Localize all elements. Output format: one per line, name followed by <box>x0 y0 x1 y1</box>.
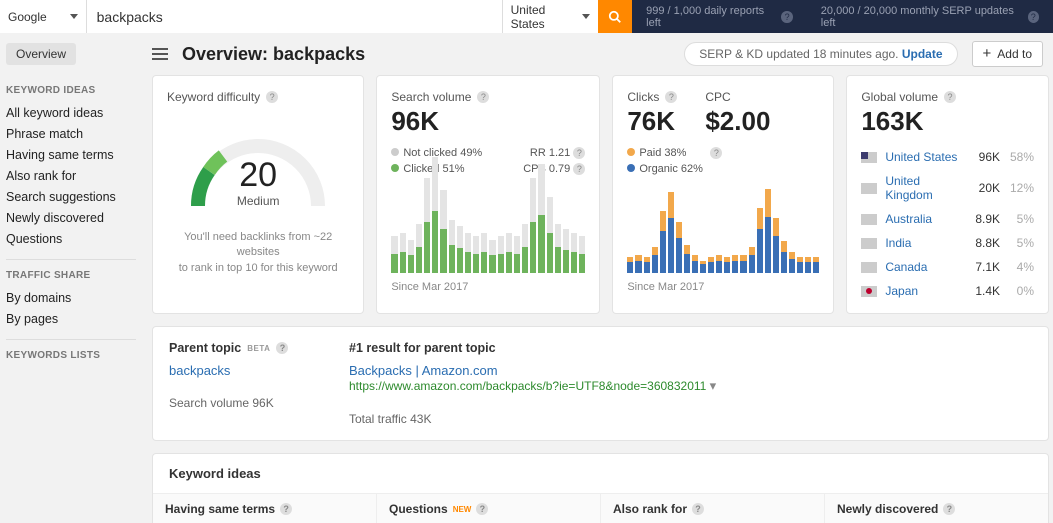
sidebar-item[interactable]: All keyword ideas <box>6 102 148 123</box>
flag-icon <box>861 214 877 225</box>
help-icon[interactable]: ? <box>573 163 585 175</box>
global-volume-row[interactable]: United Kingdom20K12% <box>861 169 1034 207</box>
sidebar-item[interactable]: Questions <box>6 228 148 249</box>
ki-column: Having same terms?backpacks96,000 <box>153 494 377 523</box>
flag-icon <box>861 183 877 194</box>
clicks-since: Since Mar 2017 <box>627 281 819 293</box>
country-select[interactable]: United States <box>502 0 598 33</box>
global-volume-row[interactable]: Canada7.1K4% <box>861 255 1034 279</box>
sidebar-item[interactable]: By pages <box>6 308 148 329</box>
parent-search-volume: Search volume 96K <box>169 396 349 410</box>
help-icon[interactable]: ? <box>665 91 677 103</box>
panel-keyword-ideas: Keyword ideas Having same terms?backpack… <box>152 453 1049 523</box>
card-global-volume: Global volume? 163K United States96K58%U… <box>846 75 1049 314</box>
chevron-down-icon <box>70 14 78 19</box>
help-icon[interactable]: ? <box>944 91 956 103</box>
ki-column-head: QuestionsNEW? <box>377 494 600 523</box>
flag-icon <box>861 152 877 163</box>
panel-parent-topic: Parent topicBETA? backpacks Search volum… <box>152 326 1049 441</box>
kd-value: 20 <box>183 156 333 195</box>
parent-result-url[interactable]: https://www.amazon.com/backpacks/b?ie=UT… <box>349 379 710 393</box>
cpc-value: $2.00 <box>705 106 770 137</box>
sidebar-item[interactable]: Having same terms <box>6 144 148 165</box>
volume-since: Since Mar 2017 <box>391 281 585 293</box>
ki-column: Newly discovered?travel pro backpacks450 <box>825 494 1048 523</box>
kd-gauge: 20 Medium <box>183 126 333 216</box>
parent-keyword-link[interactable]: backpacks <box>169 363 230 378</box>
sidebar-item[interactable]: Also rank for <box>6 165 148 186</box>
kd-note: You'll need backlinks from ~22 websitest… <box>167 230 349 276</box>
sidebar-item[interactable]: Newly discovered <box>6 207 148 228</box>
update-link[interactable]: Update <box>902 47 943 61</box>
ki-column: QuestionsNEW?where to buy backpacks900 <box>377 494 601 523</box>
parent-result-title[interactable]: Backpacks | Amazon.com <box>349 363 498 378</box>
help-icon[interactable]: ? <box>943 503 955 515</box>
help-icon[interactable]: ? <box>781 11 792 23</box>
ki-heading: Keyword ideas <box>153 454 1048 493</box>
monthly-updates-left: 20,000 / 20,000 monthly SERP updates lef… <box>807 0 1053 33</box>
global-volume-row[interactable]: Australia8.9K5% <box>861 207 1034 231</box>
daily-reports-left: 999 / 1,000 daily reports left? <box>632 0 807 33</box>
sidebar-tab-overview[interactable]: Overview <box>6 43 76 65</box>
add-to-button[interactable]: + Add to <box>972 41 1043 67</box>
global-volume-row[interactable]: India8.8K5% <box>861 231 1034 255</box>
card-search-volume: Search volume? 96K Not clicked 49% RR 1.… <box>376 75 600 314</box>
plus-icon: + <box>983 49 992 59</box>
global-value: 163K <box>861 106 1034 137</box>
card-keyword-difficulty: Keyword difficulty ? 20 Medium You'll ne… <box>152 75 364 314</box>
help-icon[interactable]: ? <box>692 503 704 515</box>
help-icon[interactable]: ? <box>573 147 585 159</box>
flag-icon <box>861 238 877 249</box>
kd-label: Keyword difficulty <box>167 90 260 104</box>
main-content: Overview: backpacks SERP & KD updated 18… <box>148 33 1053 523</box>
ki-column-head: Having same terms? <box>153 494 376 523</box>
search-button[interactable] <box>598 0 632 33</box>
parent-result-traffic: Total traffic 43K <box>349 412 1032 426</box>
flag-icon <box>861 286 877 297</box>
help-icon[interactable]: ? <box>280 503 292 515</box>
country-label: United States <box>511 3 582 31</box>
ki-column-head: Also rank for? <box>601 494 824 523</box>
help-icon[interactable]: ? <box>266 91 278 103</box>
card-clicks: Clicks? 76K CPC $2.00 Paid 38%? Organic … <box>612 75 834 314</box>
clicks-value: 76K <box>627 106 677 137</box>
clicks-chart <box>627 185 819 273</box>
page-title: Overview: backpacks <box>182 44 365 65</box>
search-engine-select[interactable]: Google <box>0 0 87 33</box>
top-bar: Google United States 999 / 1,000 daily r… <box>0 0 1053 33</box>
help-icon[interactable]: ? <box>476 503 488 515</box>
sidebar-head-keywords-lists: KEYWORDS LISTS <box>6 350 148 361</box>
sidebar-item[interactable]: Phrase match <box>6 123 148 144</box>
ki-column-head: Newly discovered? <box>825 494 1048 523</box>
chevron-down-icon <box>582 14 590 19</box>
volume-chart <box>391 185 585 273</box>
sidebar-item[interactable]: By domains <box>6 287 148 308</box>
search-icon <box>608 10 622 24</box>
volume-value: 96K <box>391 106 585 137</box>
parent-result-head: #1 result for parent topic <box>349 341 1032 355</box>
global-volume-row[interactable]: United States96K58% <box>861 145 1034 169</box>
help-icon[interactable]: ? <box>1028 11 1039 23</box>
engine-label: Google <box>8 10 47 24</box>
sidebar-item[interactable]: Search suggestions <box>6 186 148 207</box>
help-icon[interactable]: ? <box>477 91 489 103</box>
keyword-input[interactable] <box>87 0 502 33</box>
menu-icon[interactable] <box>152 48 168 60</box>
sidebar-head-keyword-ideas: KEYWORD IDEAS <box>6 85 148 96</box>
help-icon[interactable]: ? <box>710 147 722 159</box>
sidebar: Overview KEYWORD IDEAS All keyword ideas… <box>0 33 148 523</box>
flag-icon <box>861 262 877 273</box>
sidebar-head-traffic-share: TRAFFIC SHARE <box>6 270 148 281</box>
kd-level: Medium <box>183 194 333 208</box>
global-volume-row[interactable]: Japan1.4K0% <box>861 279 1034 303</box>
help-icon[interactable]: ? <box>276 342 288 354</box>
ki-column: Also rank for?ebags202,000 <box>601 494 825 523</box>
serp-update-pill: SERP & KD updated 18 minutes ago. Update <box>684 42 957 66</box>
